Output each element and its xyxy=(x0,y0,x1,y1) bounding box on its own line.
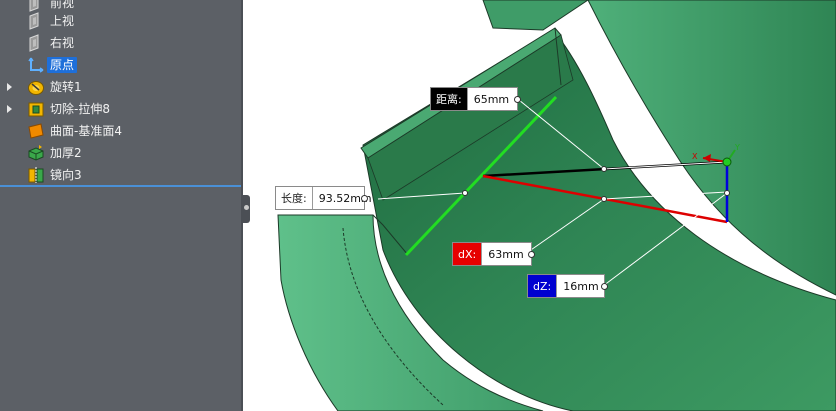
length-value: 93.52mm xyxy=(311,187,372,209)
expand-arrow-icon[interactable] xyxy=(7,83,12,91)
dx-key: dX: xyxy=(453,243,482,265)
plane-icon xyxy=(27,12,45,30)
triad-x-label: X xyxy=(692,152,698,161)
rollback-bar[interactable] xyxy=(0,185,241,187)
tree-item-surface-plane4[interactable]: 曲面-基准面4 xyxy=(0,120,243,142)
tree-item-right-plane[interactable]: 右视 xyxy=(0,32,243,54)
dz-key: dZ: xyxy=(528,275,557,297)
callout-handle[interactable] xyxy=(360,195,368,202)
tree-item-label: 加厚2 xyxy=(50,146,82,160)
revolve-icon xyxy=(27,78,45,96)
dz-value: 16mm xyxy=(556,275,605,297)
surface-plane-icon xyxy=(27,122,45,140)
tree-item-label: 上视 xyxy=(50,14,75,28)
graphics-viewport[interactable]: X Y 距离: 65mm 长度: 93.52mm dX: 63mm dZ: 16… xyxy=(243,0,836,411)
tree-item-origin[interactable]: 原点 xyxy=(0,54,243,76)
tree-item-label: 原点 xyxy=(47,57,78,73)
tree-item-top-plane[interactable]: 上视 xyxy=(0,10,243,32)
distance-callout[interactable]: 距离: 65mm xyxy=(430,87,521,111)
feature-tree-panel: 前视 上视 右视 原点 旋转1 切除-拉伸8 曲面-基准面4 加厚2 镜向3 xyxy=(0,0,243,411)
top-wall-face xyxy=(482,0,589,31)
tree-item-label: 曲面-基准面4 xyxy=(50,124,122,138)
distance-key: 距离: xyxy=(431,88,467,110)
distance-value: 65mm xyxy=(466,88,517,110)
tree-item-cut-extrude8[interactable]: 切除-拉伸8 xyxy=(0,98,243,120)
callout-handle[interactable] xyxy=(513,96,521,103)
tree-item-label: 切除-拉伸8 xyxy=(50,102,110,116)
tree-item-label: 右视 xyxy=(50,36,75,50)
tree-item-label: 镜向3 xyxy=(50,168,82,182)
length-key: 长度: xyxy=(276,187,312,209)
dx-callout[interactable]: dX: 63mm xyxy=(452,242,536,266)
tree-item-mirror3[interactable]: 镜向3 xyxy=(0,164,243,186)
tree-item-thicken2[interactable]: 加厚2 xyxy=(0,142,243,164)
dx-value: 63mm xyxy=(481,243,532,265)
plane-icon xyxy=(27,34,45,52)
triad-y-label: Y xyxy=(734,143,740,152)
tree-item-label: 旋转1 xyxy=(50,80,82,94)
dz-callout[interactable]: dZ: 16mm xyxy=(527,274,609,298)
expand-arrow-icon[interactable] xyxy=(7,105,12,113)
origin-icon xyxy=(27,56,45,74)
tree-item-revolve1[interactable]: 旋转1 xyxy=(0,76,243,98)
thicken-icon xyxy=(27,144,45,162)
cut-extrude-icon xyxy=(27,100,45,118)
length-callout[interactable]: 长度: 93.52mm xyxy=(275,186,372,210)
mirror-icon xyxy=(27,166,45,184)
